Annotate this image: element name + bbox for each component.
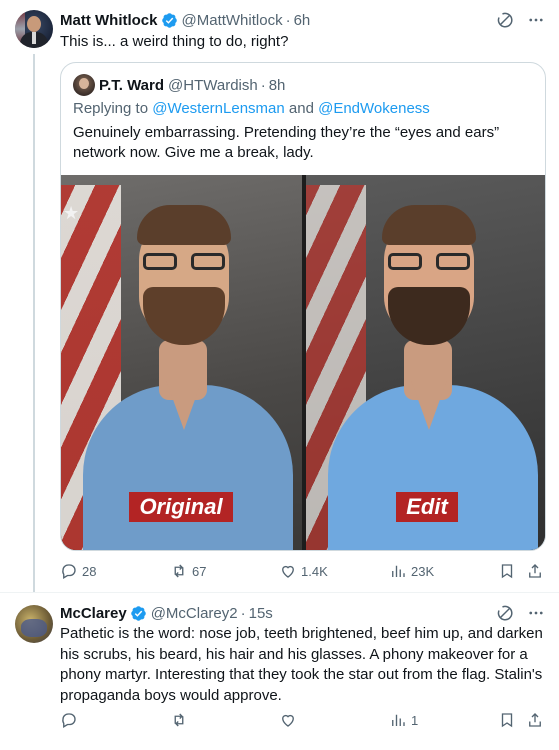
bookmark-button[interactable] (498, 710, 516, 730)
repost-button[interactable] (170, 710, 192, 730)
label-original: Original (129, 492, 233, 522)
share-button[interactable] (526, 710, 544, 730)
grok-icon[interactable] (495, 603, 515, 623)
more-icon[interactable] (527, 10, 545, 30)
action-bar: 28 67 1.4K 23K (60, 561, 549, 581)
image-panel-edit: Edit (306, 175, 545, 550)
quoted-tweet[interactable]: P.T. Ward @HTWardish · 8h Replying to @W… (60, 62, 546, 551)
author-name[interactable]: Matt Whitlock (60, 12, 158, 29)
quote-header: P.T. Ward @HTWardish · 8h (73, 74, 286, 96)
image-panel-original: ★ Original (61, 175, 302, 550)
tweet-text: Pathetic is the word: nose job, teeth br… (60, 625, 543, 704)
like-button[interactable]: 1.4K (279, 561, 328, 581)
share-icon (529, 564, 541, 578)
replying-to: Replying to @WesternLensman and @EndWoke… (73, 100, 430, 117)
share-button[interactable] (526, 561, 544, 581)
grok-icon[interactable] (495, 10, 515, 30)
replying-and: and (284, 100, 319, 117)
views-count: 1 (411, 712, 419, 728)
quote-author-name: P.T. Ward (99, 76, 165, 94)
verified-badge-icon (161, 12, 177, 28)
more-icon[interactable] (527, 603, 545, 623)
views-button[interactable]: 1 (389, 710, 418, 730)
mention-endwokeness[interactable]: @EndWokeness (318, 100, 430, 117)
quote-image[interactable]: ★ Original Edit (61, 175, 545, 550)
views-icon (392, 714, 405, 726)
replying-prefix: Replying to (73, 100, 153, 117)
avatar[interactable] (15, 10, 53, 48)
like-icon (282, 565, 294, 578)
views-icon (392, 565, 405, 577)
verified-badge-icon (130, 605, 146, 621)
reply-button[interactable] (60, 710, 82, 730)
tweet-header: McClarey @McClarey2 · 15s (60, 603, 549, 623)
quote-text: Genuinely embarrassing. Pretending they’… (73, 124, 500, 161)
like-count: 1.4K (301, 563, 328, 579)
like-button[interactable] (279, 710, 301, 730)
tweet-matt-whitlock[interactable]: Matt Whitlock @MattWhitlock · 6h This is… (0, 0, 559, 592)
reply-icon (62, 564, 76, 579)
repost-count: 67 (192, 563, 207, 579)
repost-icon (174, 713, 184, 727)
bookmark-icon (501, 564, 513, 579)
quote-avatar (73, 74, 95, 96)
repost-icon (174, 564, 184, 578)
tweet-mcclarey[interactable]: McClarey @McClarey2 · 15s Pathetic is th… (0, 592, 559, 750)
quote-timestamp: 8h (268, 76, 286, 94)
timestamp[interactable]: 15s (249, 605, 273, 622)
reply-count: 28 (82, 563, 97, 579)
author-name[interactable]: McClarey (60, 605, 127, 622)
bookmark-button[interactable] (498, 561, 516, 581)
reply-icon (62, 713, 76, 728)
author-handle[interactable]: @MattWhitlock (182, 12, 283, 29)
mention-westernlensman[interactable]: @WesternLensman (152, 100, 285, 117)
tweet-text: This is... a weird thing to do, right? (60, 33, 289, 50)
like-icon (282, 714, 294, 727)
separator-dot: · (285, 11, 291, 29)
views-button[interactable]: 23K (389, 561, 434, 581)
timestamp[interactable]: 6h (294, 12, 311, 29)
thread-line (33, 54, 35, 592)
author-handle[interactable]: @McClarey2 (151, 605, 238, 622)
share-icon (529, 713, 541, 727)
separator-dot: · (240, 604, 246, 622)
repost-button[interactable]: 67 (170, 561, 206, 581)
views-count: 23K (411, 563, 435, 579)
flag-star-icon: ★ (63, 203, 80, 223)
reply-button[interactable]: 28 (60, 561, 96, 581)
label-edit: Edit (396, 492, 458, 522)
separator-dot: · (260, 76, 266, 94)
tweet-header: Matt Whitlock @MattWhitlock · 6h (60, 10, 549, 30)
avatar[interactable] (15, 605, 53, 643)
bookmark-icon (501, 713, 513, 728)
action-bar: 1 (60, 710, 549, 730)
quote-author-handle: @HTWardish (168, 76, 258, 94)
